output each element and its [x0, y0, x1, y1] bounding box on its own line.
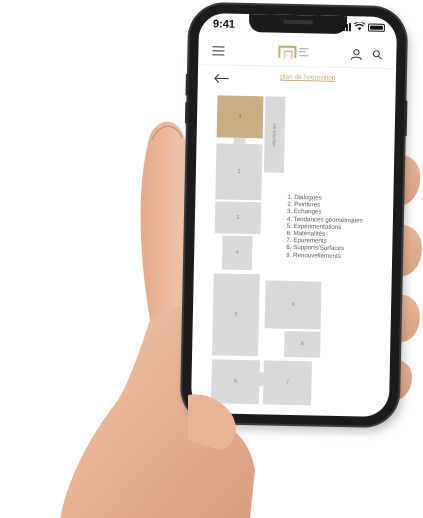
- room-number: 8: [300, 341, 304, 348]
- room-number: 9: [291, 301, 295, 309]
- room-number: 1: [238, 113, 242, 120]
- room-7[interactable]: 7: [263, 360, 312, 406]
- legend-item[interactable]: 9. Renouvellements: [286, 251, 362, 260]
- room-3[interactable]: 3: [214, 201, 262, 235]
- phone-device: 9:41 ▬▬▬ ▬▬ ▬▬▬ plan de l'exposition 1 I…: [181, 3, 408, 427]
- room-number: 2: [237, 168, 241, 175]
- logo-wordmark: ▬▬▬ ▬▬ ▬▬▬: [299, 45, 309, 58]
- room-2[interactable]: 2: [215, 143, 263, 201]
- arrow-left-icon[interactable]: [214, 73, 230, 83]
- battery-icon: [367, 23, 386, 32]
- room-number: 4: [235, 249, 239, 256]
- room-number: 6: [233, 378, 238, 385]
- room-4[interactable]: 4: [221, 235, 253, 271]
- room-introduction[interactable]: Introduction: [263, 96, 286, 173]
- room-number: 5: [234, 311, 238, 318]
- phone-screen: 9:41 ▬▬▬ ▬▬ ▬▬▬ plan de l'exposition 1 I…: [190, 12, 398, 418]
- room-number: 3: [236, 214, 240, 221]
- logo-mark: [278, 45, 297, 59]
- museum-logo[interactable]: ▬▬▬ ▬▬ ▬▬▬: [278, 45, 309, 59]
- signal-icon: [339, 23, 352, 32]
- room-legend: 1. Dialogues 2. Peintures 3. Echanges 4.…: [286, 194, 363, 260]
- room-6[interactable]: 6: [211, 359, 260, 405]
- status-time: 9:41: [212, 18, 236, 31]
- user-icon[interactable]: [350, 48, 362, 61]
- room-9[interactable]: 9: [264, 280, 322, 330]
- intro-label: Introduction: [271, 122, 278, 147]
- room-number: 7: [285, 379, 290, 386]
- status-icons: [339, 22, 386, 32]
- wifi-icon: [353, 22, 366, 31]
- page-title[interactable]: plan de l'exposition: [258, 73, 358, 82]
- room-8[interactable]: 8: [284, 330, 321, 358]
- room-1[interactable]: 1: [216, 95, 264, 139]
- volume-button: [185, 73, 189, 96]
- notch: [248, 14, 348, 35]
- search-icon[interactable]: [372, 50, 382, 60]
- hamburger-icon[interactable]: [212, 46, 225, 56]
- room-5[interactable]: 5: [212, 273, 260, 357]
- volume-button: [184, 101, 189, 124]
- app-header: ▬▬▬ ▬▬ ▬▬▬: [198, 39, 396, 67]
